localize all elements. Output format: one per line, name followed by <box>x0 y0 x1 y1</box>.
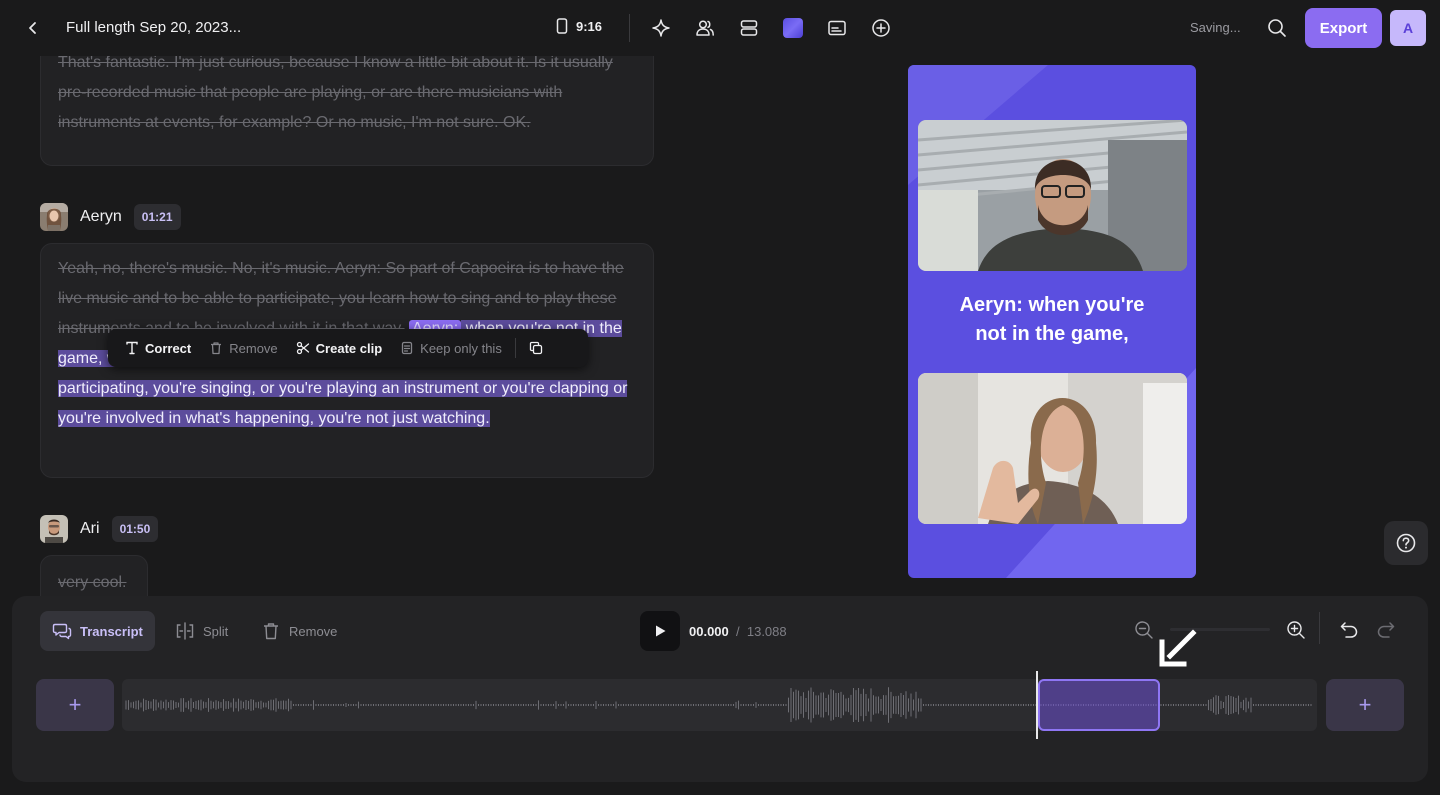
time-separator: / <box>736 624 740 639</box>
speaker-row: Aeryn 01:21 <box>40 203 181 231</box>
remove-button[interactable]: Remove <box>249 611 349 651</box>
timestamp-badge[interactable]: 01:50 <box>111 516 159 542</box>
divider <box>1319 612 1320 644</box>
remove-button[interactable]: Remove <box>200 329 286 367</box>
remove-label: Remove <box>229 340 278 356</box>
phone-icon <box>556 18 568 34</box>
remove-label: Remove <box>289 623 338 639</box>
background-color-swatch[interactable] <box>783 18 803 38</box>
add-circle-icon[interactable] <box>870 17 892 39</box>
speaker-video-frame[interactable] <box>918 120 1187 271</box>
captions-icon[interactable] <box>826 17 848 39</box>
redo-icon[interactable] <box>1376 620 1396 645</box>
speakers-icon[interactable] <box>694 17 716 39</box>
trash-icon <box>264 623 278 640</box>
play-icon <box>656 625 666 637</box>
deleted-text: very cool. <box>58 574 127 591</box>
scissors-icon <box>296 341 309 355</box>
selection-context-menu: Correct Remove Create clip Keep only thi… <box>108 329 588 367</box>
speaker-video-frame[interactable] <box>918 373 1187 524</box>
back-icon[interactable] <box>22 17 44 39</box>
copy-button[interactable] <box>520 329 552 367</box>
user-avatar[interactable]: A <box>1390 10 1426 46</box>
zoom-in-icon[interactable] <box>1286 620 1306 645</box>
add-clip-after-button[interactable]: + <box>1326 679 1404 731</box>
divider <box>514 338 516 358</box>
current-time: 00.000 <box>689 624 729 639</box>
help-button[interactable] <box>1384 521 1428 565</box>
add-clip-before-button[interactable]: + <box>36 679 114 731</box>
speaker-name[interactable]: Ari <box>80 520 100 538</box>
transcript-tab[interactable]: Transcript <box>40 611 155 651</box>
document-icon <box>402 341 413 355</box>
mouse-pointer-arrow-icon <box>1158 628 1198 673</box>
keep-only-button[interactable]: Keep only this <box>391 329 511 367</box>
avatar[interactable] <box>40 515 68 543</box>
video-caption[interactable]: Aeryn: when you're not in the game, <box>908 291 1196 349</box>
undo-icon[interactable] <box>1339 620 1359 645</box>
selected-clip-region[interactable] <box>1038 679 1160 731</box>
caption-line: Aeryn: when you're <box>959 294 1145 316</box>
correct-button[interactable]: Correct <box>116 329 200 367</box>
export-button[interactable]: Export <box>1305 8 1382 48</box>
split-button[interactable]: Split <box>163 611 240 651</box>
search-icon[interactable] <box>1266 17 1288 39</box>
avatar[interactable] <box>40 203 68 231</box>
transcript-paragraph[interactable]: very cool. <box>40 555 148 596</box>
aspect-ratio-label: 9:16 <box>576 18 603 34</box>
zoom-out-icon[interactable] <box>1134 620 1154 645</box>
transcript-tab-label: Transcript <box>80 623 143 639</box>
magic-sparkle-icon[interactable] <box>650 17 672 39</box>
playhead[interactable] <box>1036 671 1038 739</box>
video-preview[interactable]: Aeryn: when you're not in the game, <box>908 65 1196 578</box>
trash-icon <box>211 342 222 355</box>
top-bar: Full length Sep 20, 2023... 9:16 Saving.… <box>0 0 1440 56</box>
saving-status: Saving... <box>1190 20 1241 35</box>
text-cursor-icon <box>126 341 138 355</box>
create-clip-label: Create clip <box>315 340 383 356</box>
correct-label: Correct <box>145 340 192 356</box>
aspect-ratio-button[interactable]: 9:16 <box>556 18 602 34</box>
caption-line: not in the game, <box>975 323 1129 345</box>
create-clip-button[interactable]: Create clip <box>287 329 391 367</box>
chat-bubbles-icon <box>52 623 72 640</box>
transcript-paragraph[interactable]: That's fantastic. I'm just curious, beca… <box>40 56 654 166</box>
speaker-row: Ari 01:50 <box>40 515 159 543</box>
keep-only-label: Keep only this <box>420 340 502 356</box>
transcript-panel: That's fantastic. I'm just curious, beca… <box>0 56 700 596</box>
total-time: 13.088 <box>746 624 787 639</box>
split-icon <box>176 622 194 640</box>
project-title[interactable]: Full length Sep 20, 2023... <box>66 19 241 36</box>
copy-icon <box>529 341 542 355</box>
layout-icon[interactable] <box>738 17 760 39</box>
speaker-name[interactable]: Aeryn <box>80 208 122 226</box>
split-label: Split <box>203 623 229 639</box>
timestamp-badge[interactable]: 01:21 <box>133 204 181 230</box>
timeline-panel: Transcript Split Remove 00.000 / 13.088 … <box>12 596 1428 782</box>
timecode: 00.000 / 13.088 <box>689 624 787 639</box>
deleted-text: That's fantastic. I'm just curious, beca… <box>58 56 613 131</box>
play-button[interactable] <box>640 611 680 651</box>
divider <box>629 14 630 42</box>
help-icon <box>1396 533 1416 553</box>
